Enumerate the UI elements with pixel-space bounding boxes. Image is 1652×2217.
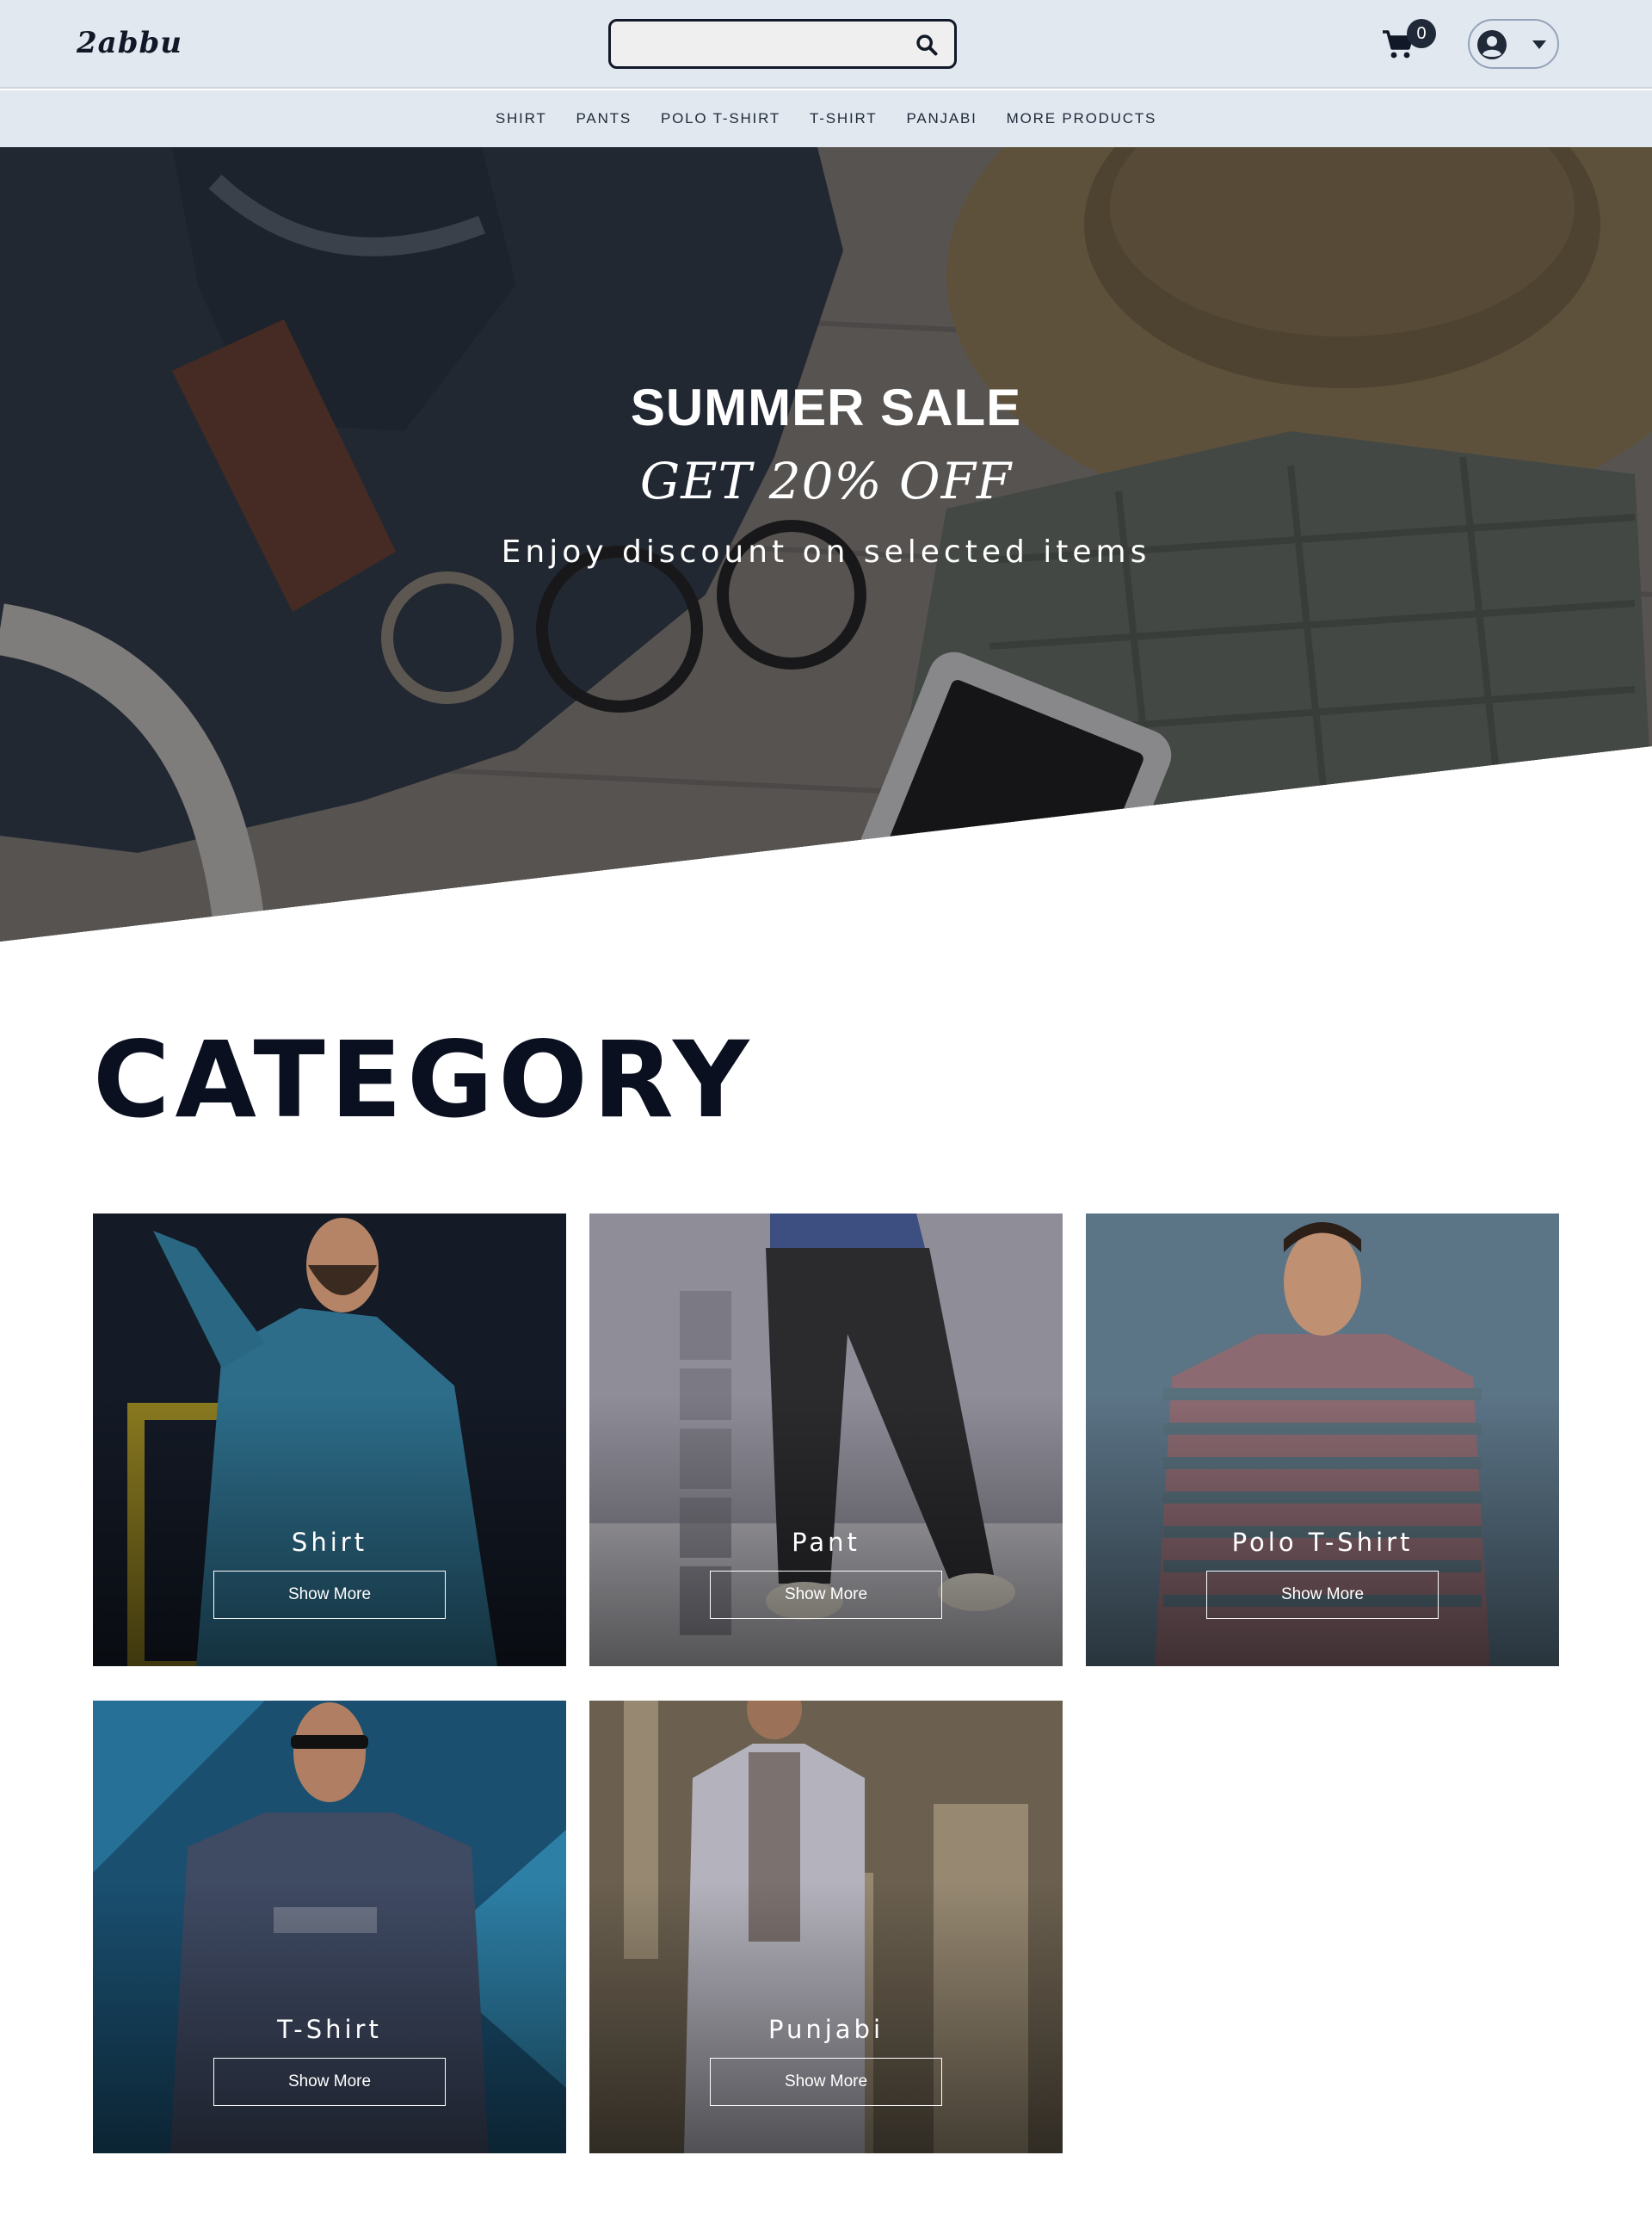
hero-description: Enjoy discount on selected items — [501, 534, 1151, 570]
search-input[interactable] — [623, 30, 898, 58]
show-more-button[interactable]: Show More — [710, 1571, 942, 1619]
nav-item-pants[interactable]: PANTS — [576, 110, 632, 127]
user-circle-icon — [1477, 30, 1507, 59]
brand-logo[interactable]: 2abbu — [77, 26, 182, 60]
search-bar — [608, 19, 957, 69]
card-label: Pant — [792, 1528, 860, 1557]
nav-item-panjabi[interactable]: PANJABI — [906, 110, 977, 127]
nav-item-polo-t-shirt[interactable]: POLO T-SHIRT — [661, 110, 780, 127]
show-more-button[interactable]: Show More — [213, 1571, 446, 1619]
cart-count-badge: 0 — [1407, 19, 1436, 48]
hero-title: SUMMER SALE — [630, 379, 1022, 436]
category-section-title: CATEGORY — [93, 1019, 755, 1141]
nav-item-more-products[interactable]: MORE PRODUCTS — [1007, 110, 1157, 127]
card-label: Polo T-Shirt — [1231, 1528, 1414, 1557]
show-more-button[interactable]: Show More — [710, 2058, 942, 2106]
nav-item-shirt[interactable]: SHIRT — [496, 110, 547, 127]
category-card-punjabi[interactable]: Punjabi Show More — [589, 1701, 1063, 2153]
nav-item-t-shirt[interactable]: T-SHIRT — [810, 110, 877, 127]
account-menu-button[interactable] — [1468, 19, 1559, 69]
cart-button[interactable]: 0 — [1381, 19, 1436, 65]
hero-banner: SUMMER SALE GET 20% OFF Enjoy discount o… — [0, 147, 1652, 942]
category-card-polo-t-shirt[interactable]: Polo T-Shirt Show More — [1086, 1213, 1559, 1666]
hero-subtitle: GET 20% OFF — [639, 452, 1013, 510]
search-icon[interactable] — [915, 33, 939, 57]
category-card-t-shirt[interactable]: T-Shirt Show More — [93, 1701, 566, 2153]
show-more-button[interactable]: Show More — [1206, 1571, 1439, 1619]
card-label: Shirt — [291, 1528, 368, 1557]
category-nav: SHIRT PANTS POLO T-SHIRT T-SHIRT PANJABI… — [0, 90, 1652, 147]
card-label: T-Shirt — [277, 2015, 382, 2044]
category-card-pant[interactable]: Pant Show More — [589, 1213, 1063, 1666]
show-more-button[interactable]: Show More — [213, 2058, 446, 2106]
top-header: 2abbu 0 — [0, 0, 1652, 89]
caret-down-icon — [1532, 40, 1546, 49]
card-label: Punjabi — [767, 2015, 885, 2044]
category-card-shirt[interactable]: Shirt Show More — [93, 1213, 566, 1666]
